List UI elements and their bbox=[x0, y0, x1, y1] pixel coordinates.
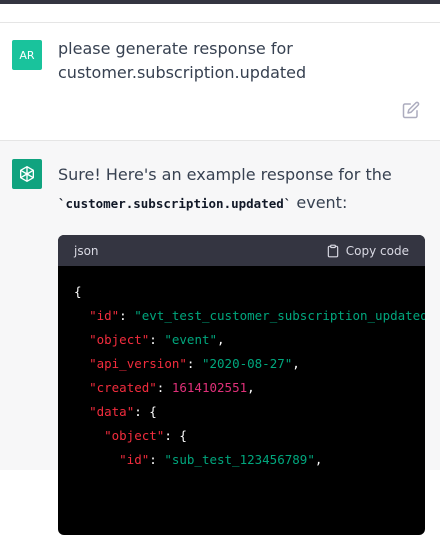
code-block: json Copy code { "id": "evt_test_custome… bbox=[58, 235, 425, 535]
assistant-message-text: Sure! Here's an example response for the… bbox=[58, 161, 428, 218]
openai-logo-icon bbox=[20, 166, 34, 182]
code-line: { bbox=[74, 284, 82, 299]
inline-code: `customer.subscription.updated` bbox=[58, 196, 292, 211]
code-line: "id": "evt_test_customer_subscription_up… bbox=[89, 308, 425, 323]
copy-code-label: Copy code bbox=[345, 243, 409, 258]
code-line: "data": { bbox=[89, 404, 157, 419]
user-message: AR please generate response for customer… bbox=[0, 22, 440, 141]
copy-code-button[interactable]: Copy code bbox=[326, 244, 409, 258]
assistant-intro-suffix: event: bbox=[291, 193, 348, 212]
edit-icon[interactable] bbox=[402, 101, 420, 119]
code-line: "created": 1614102551, bbox=[89, 380, 255, 395]
user-avatar: AR bbox=[12, 40, 42, 70]
code-content: { "id": "evt_test_customer_subscription_… bbox=[58, 266, 425, 486]
clipboard-icon bbox=[327, 244, 339, 257]
code-line: "id": "sub_test_123456789", bbox=[119, 452, 323, 467]
assistant-message: Sure! Here's an example response for the… bbox=[0, 141, 440, 535]
code-line: "api_version": "2020-08-27", bbox=[89, 356, 300, 371]
code-block-header: json Copy code bbox=[58, 235, 425, 266]
code-line: "object": "event", bbox=[89, 332, 225, 347]
code-language-label: json bbox=[74, 243, 99, 258]
user-message-text: please generate response for customer.su… bbox=[58, 39, 307, 82]
assistant-intro-prefix: Sure! Here's an example response for the bbox=[58, 165, 392, 184]
user-avatar-initials: AR bbox=[19, 48, 35, 62]
assistant-avatar bbox=[12, 159, 42, 189]
top-bar bbox=[0, 0, 440, 4]
code-line: "object": { bbox=[104, 428, 187, 443]
